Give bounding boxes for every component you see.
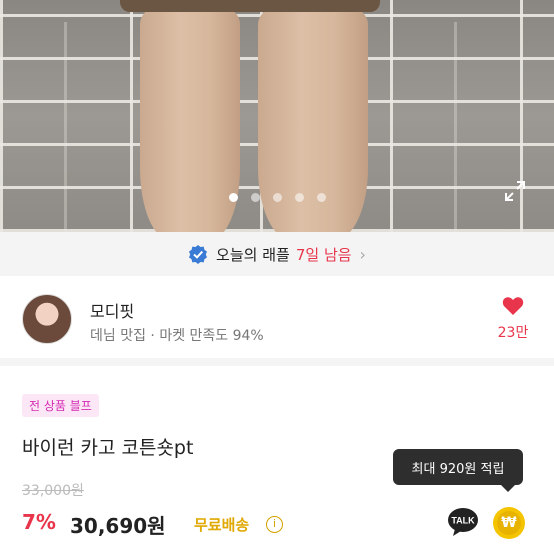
product-title: 바이런 카고 코튼숏pt [22,437,194,459]
carousel-dot[interactable] [316,193,326,202]
seller-description: 데님 맛집 · 마켓 만족도 94% [90,328,264,344]
heart-icon[interactable] [502,296,524,316]
verified-check-icon [189,245,208,264]
carousel-dot[interactable] [228,193,238,202]
info-icon[interactable]: i [266,516,283,533]
promo-badge: 전 상품 블프 [22,394,99,417]
won-coin-icon: ₩ [497,511,521,535]
carousel-dot[interactable] [272,193,282,202]
original-price: 33,000원 [22,483,84,499]
expand-icon[interactable] [503,179,527,203]
banner-text: 오늘의 래플 [216,245,290,264]
carousel-dot[interactable] [250,193,260,202]
reward-tooltip: 최대 920원 적립 [393,449,523,492]
sale-price: 30,690원 [70,514,166,538]
likes-count: 23만 [497,325,529,341]
seller-section[interactable]: 모디핏 데님 맛집 · 마켓 만족도 94% 23만 [0,276,554,366]
free-shipping-label: 무료배송 [194,516,250,534]
avatar[interactable] [22,294,72,344]
carousel-dot[interactable] [294,193,304,202]
seller-name[interactable]: 모디핏 [90,298,134,322]
raffle-banner[interactable]: 오늘의 래플 7일 남음 › [0,232,554,276]
talk-chat-icon[interactable]: TALK [447,507,479,537]
points-button[interactable]: ₩ [493,507,525,539]
carousel-dots [0,193,554,202]
banner-days: 7일 남음 [295,245,352,264]
talk-label: TALK [451,516,475,526]
chevron-right-icon: › [359,244,366,264]
photo-shorts [120,0,380,12]
product-image[interactable] [0,0,554,232]
discount-rate: 7% [22,510,56,534]
